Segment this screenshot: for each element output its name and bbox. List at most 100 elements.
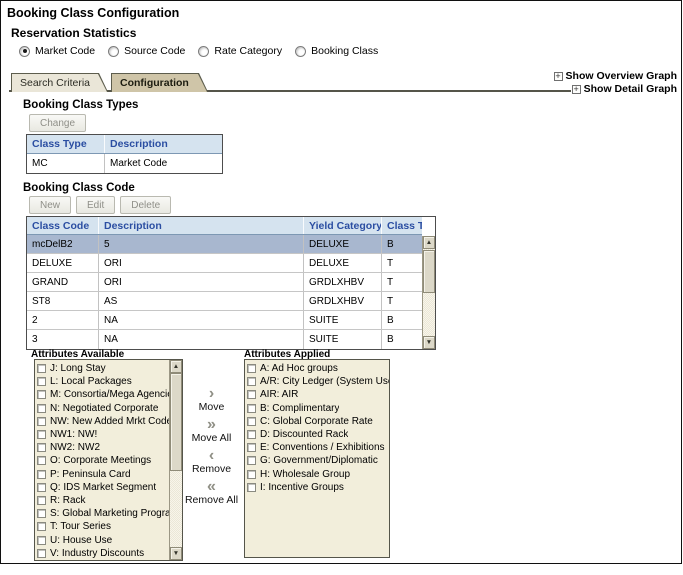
checkbox-icon[interactable]	[37, 496, 46, 505]
checkbox-icon[interactable]	[247, 456, 256, 465]
attribute-item[interactable]: H: Wholesale Group	[247, 468, 389, 481]
remove-all-button[interactable]: « Remove All	[185, 480, 238, 506]
scroll-thumb[interactable]	[170, 373, 182, 471]
checkbox-icon[interactable]	[247, 443, 256, 452]
attribute-item[interactable]: NW: New Added Mrkt Code	[37, 415, 169, 428]
show-detail-graph-link[interactable]: + Show Detail Graph	[572, 83, 677, 95]
table-row[interactable]: ST8 AS GRDLXHBV T	[27, 292, 422, 311]
checkbox-icon[interactable]	[37, 417, 46, 426]
table-row[interactable]: 2 NA SUITE B	[27, 311, 422, 330]
attribute-item[interactable]: S: Global Marketing Programme	[37, 507, 169, 520]
attribute-label: S: Global Marketing Programme	[50, 508, 169, 519]
checkbox-icon[interactable]	[37, 390, 46, 399]
checkbox-icon[interactable]	[37, 522, 46, 531]
checkbox-icon[interactable]	[37, 404, 46, 413]
attribute-item[interactable]: I: Incentive Groups	[247, 481, 389, 494]
arrow-down-icon: ▼	[426, 340, 432, 346]
checkbox-icon[interactable]	[247, 377, 256, 386]
attribute-item[interactable]: R: Rack	[37, 494, 169, 507]
attribute-item[interactable]: D: Discounted Rack	[247, 428, 389, 441]
table-row[interactable]: MC Market Code	[27, 154, 222, 173]
attribute-item[interactable]: B: Complimentary	[247, 402, 389, 415]
attribute-item[interactable]: J: Long Stay	[37, 362, 169, 375]
checkbox-icon[interactable]	[247, 390, 256, 399]
table-row[interactable]: GRAND ORI GRDLXHBV T	[27, 273, 422, 292]
attribute-item[interactable]: NW2: NW2	[37, 441, 169, 454]
scroll-up-button[interactable]: ▲	[170, 360, 182, 373]
checkbox-icon[interactable]	[247, 470, 256, 479]
checkbox-icon[interactable]	[37, 536, 46, 545]
tab-configuration[interactable]: Configuration	[111, 73, 208, 92]
table-cell: MC	[27, 154, 105, 173]
table-body: mcDelB2 5 DELUXE B DELUXE ORI DELUXE T G…	[27, 235, 435, 349]
table-cell: ST8	[27, 292, 99, 310]
attribute-item[interactable]: N: Negotiated Corporate	[37, 402, 169, 415]
checkbox-icon[interactable]	[37, 377, 46, 386]
scroll-down-button[interactable]: ▼	[423, 336, 435, 349]
checkbox-icon[interactable]	[37, 364, 46, 373]
remove-button[interactable]: ‹ Remove	[192, 449, 231, 475]
radio-option-market-code[interactable]: Market Code	[19, 45, 95, 57]
tab-search-criteria[interactable]: Search Criteria	[11, 73, 108, 92]
checkbox-icon[interactable]	[247, 430, 256, 439]
edit-button[interactable]: Edit	[76, 196, 115, 214]
expand-plus-icon[interactable]: +	[554, 72, 563, 81]
checkbox-icon[interactable]	[247, 483, 256, 492]
chevron-right-icon: ›	[209, 387, 214, 400]
show-overview-graph-link[interactable]: + Show Overview Graph	[554, 70, 677, 82]
vertical-scrollbar[interactable]: ▲ ▼	[422, 236, 435, 349]
attribute-item[interactable]: G: Government/Diplomatic	[247, 454, 389, 467]
table-row[interactable]: DELUXE ORI DELUXE T	[27, 254, 422, 273]
attribute-item[interactable]: AIR: AIR	[247, 388, 389, 401]
checkbox-icon[interactable]	[37, 549, 46, 558]
attribute-item[interactable]: P: Peninsula Card	[37, 468, 169, 481]
table-cell: GRDLXHBV	[304, 292, 382, 310]
attribute-item[interactable]: Q: IDS Market Segment	[37, 481, 169, 494]
table-cell: AS	[99, 292, 304, 310]
attribute-item[interactable]: O: Corporate Meetings	[37, 454, 169, 467]
checkbox-icon[interactable]	[37, 509, 46, 518]
radio-option-rate-category[interactable]: Rate Category	[198, 45, 282, 57]
radio-option-source-code[interactable]: Source Code	[108, 45, 185, 57]
table-cell: DELUXE	[27, 254, 99, 272]
table-row[interactable]: 3 NA SUITE B	[27, 330, 422, 349]
scroll-down-button[interactable]: ▼	[170, 547, 182, 560]
checkbox-icon[interactable]	[247, 404, 256, 413]
header-cell: Class Type	[27, 135, 105, 153]
checkbox-icon[interactable]	[37, 430, 46, 439]
checkbox-icon[interactable]	[37, 456, 46, 465]
attribute-label: NW1: NW!	[50, 429, 97, 440]
attribute-item[interactable]: C: Global Corporate Rate	[247, 415, 389, 428]
delete-button[interactable]: Delete	[120, 196, 171, 214]
new-button[interactable]: New	[29, 196, 71, 214]
attribute-item[interactable]: U: House Use	[37, 533, 169, 546]
attribute-item[interactable]: M: Consortia/Mega Agencies	[37, 388, 169, 401]
attribute-item[interactable]: T: Tour Series	[37, 520, 169, 533]
table-cell: B	[382, 311, 422, 329]
transfer-controls: › Move » Move All ‹ Remove « Remove All	[183, 387, 240, 511]
vertical-scrollbar[interactable]: ▲ ▼	[169, 360, 182, 560]
attribute-item[interactable]: V: Industry Discounts	[37, 547, 169, 560]
radio-option-booking-class[interactable]: Booking Class	[295, 45, 378, 57]
checkbox-icon[interactable]	[37, 483, 46, 492]
move-all-button[interactable]: » Move All	[192, 418, 232, 444]
expand-plus-icon[interactable]: +	[572, 85, 581, 94]
checkbox-icon[interactable]	[247, 364, 256, 373]
attribute-item[interactable]: L: Local Packages	[37, 375, 169, 388]
radio-label: Rate Category	[214, 45, 282, 57]
table-cell: T	[382, 254, 422, 272]
scroll-up-button[interactable]: ▲	[423, 236, 435, 249]
table-row[interactable]: mcDelB2 5 DELUXE B	[27, 235, 422, 254]
attribute-item[interactable]: NW1: NW!	[37, 428, 169, 441]
checkbox-icon[interactable]	[37, 470, 46, 479]
move-button[interactable]: › Move	[199, 387, 225, 413]
attribute-item[interactable]: E: Conventions / Exhibitions	[247, 441, 389, 454]
change-button[interactable]: Change	[29, 114, 86, 132]
checkbox-icon[interactable]	[37, 443, 46, 452]
table-cell: ORI	[99, 254, 304, 272]
graph-links: + Show Overview Graph + Show Detail Grap…	[554, 70, 677, 95]
checkbox-icon[interactable]	[247, 417, 256, 426]
attribute-item[interactable]: A: Ad Hoc groups	[247, 362, 389, 375]
attribute-item[interactable]: A/R: City Ledger (System Used)	[247, 375, 389, 388]
scroll-thumb[interactable]	[423, 250, 435, 293]
